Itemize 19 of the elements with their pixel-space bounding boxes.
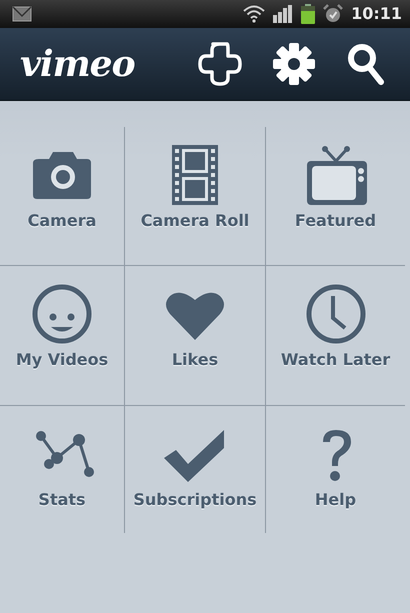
wifi-icon: [243, 5, 266, 23]
search-icon[interactable]: [346, 42, 386, 86]
battery-icon: [301, 4, 316, 24]
signal-icon: [273, 5, 294, 23]
menu-item[interactable]: Camera: [0, 127, 125, 266]
menu-item[interactable]: Help: [266, 406, 405, 533]
clock-time: 10:11: [351, 3, 402, 25]
menu-item[interactable]: Likes: [125, 266, 266, 406]
menu-item[interactable]: Camera Roll: [125, 127, 266, 266]
alarm-clock-icon: [323, 4, 344, 24]
logo: vimeo: [20, 42, 135, 87]
menu-item[interactable]: Featured: [266, 127, 405, 266]
menu-item[interactable]: My Videos: [0, 266, 125, 406]
menu-item[interactable]: Stats: [0, 406, 125, 533]
add-icon[interactable]: [198, 42, 242, 86]
settings-icon[interactable]: [272, 42, 316, 86]
mail-icon: [12, 6, 32, 22]
menu-item[interactable]: Watch Later: [266, 266, 405, 406]
menu-item[interactable]: Subscriptions: [125, 406, 266, 533]
